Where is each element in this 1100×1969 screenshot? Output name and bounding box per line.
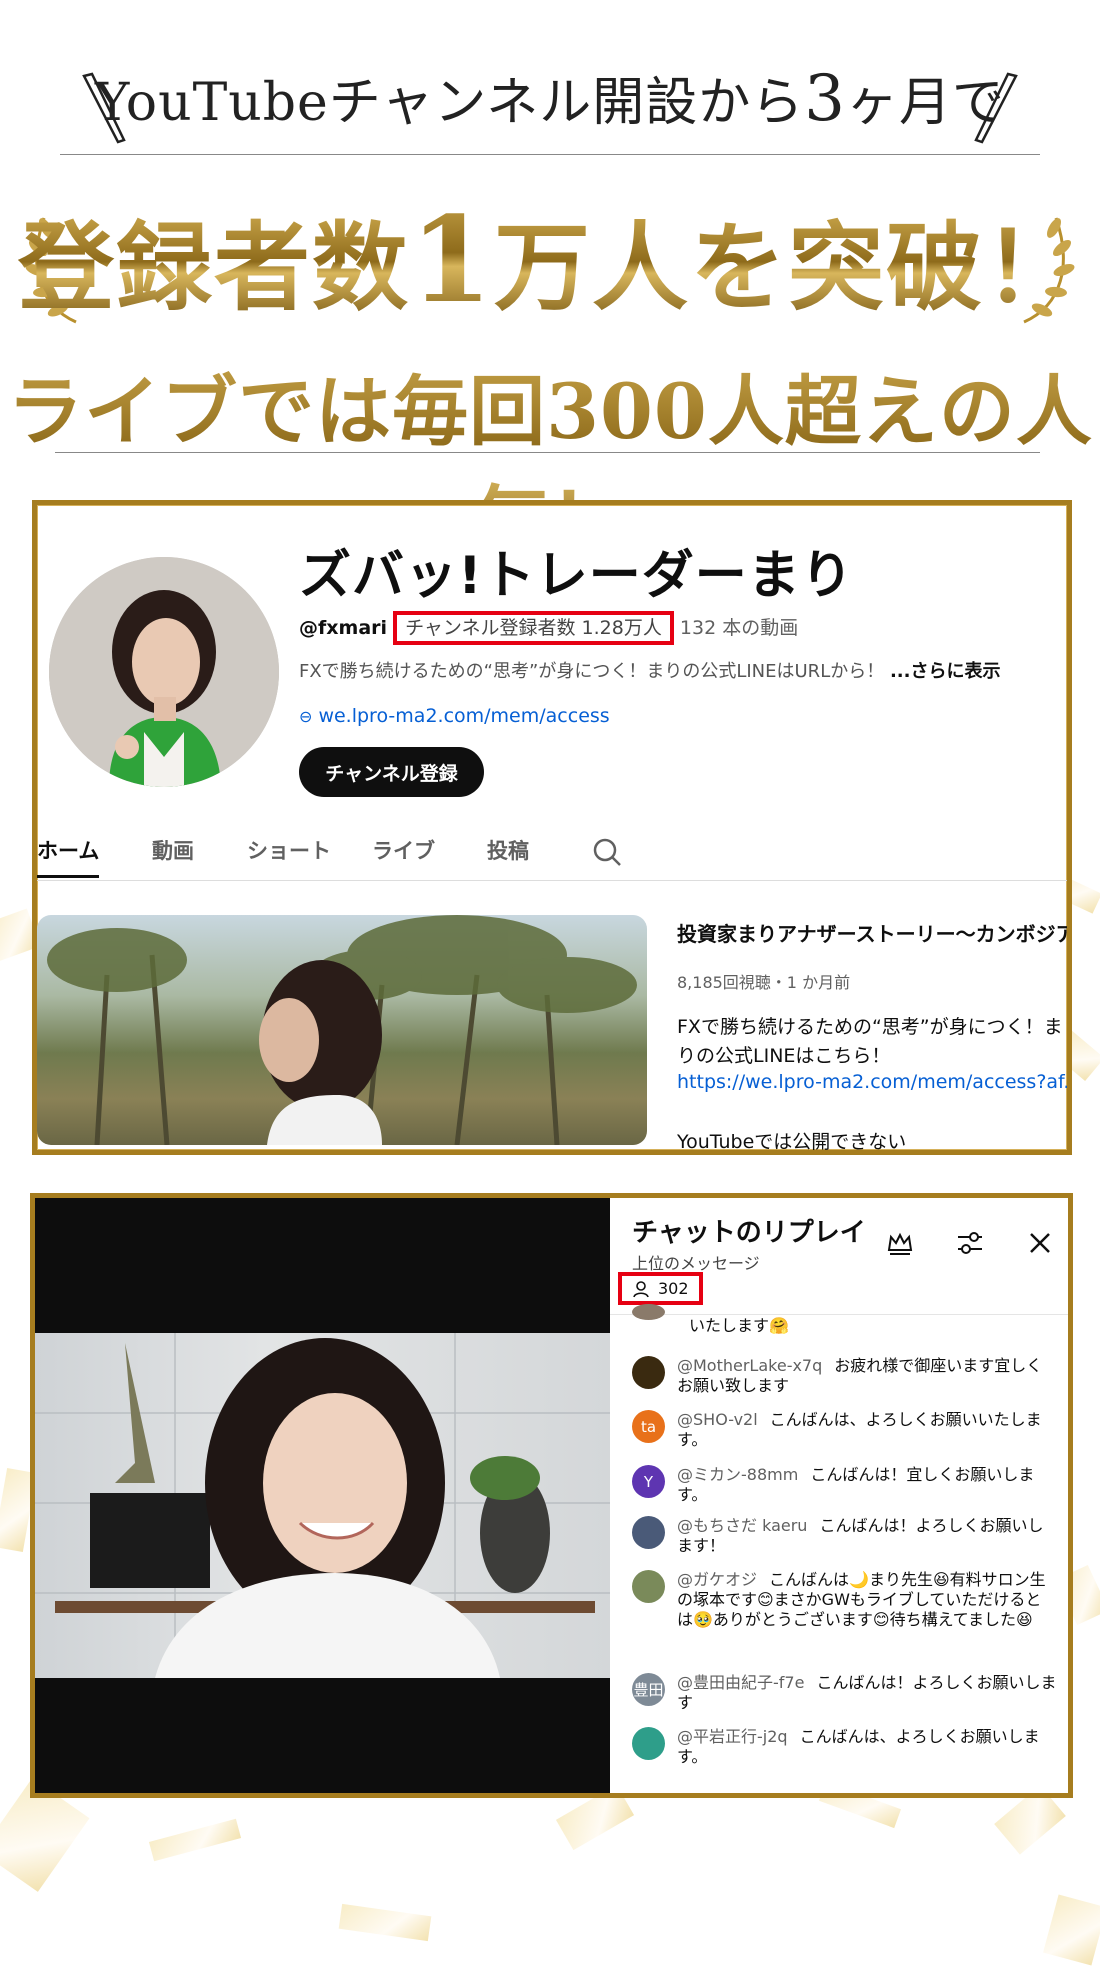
chat-author[interactable]: @SHO-v2l: [677, 1410, 758, 1429]
chat-replay-panel: チャットのリプレイ 上位のメッセージ 302 いたします🤗 @MotherLake…: [610, 1198, 1068, 1793]
tab-posts[interactable]: 投稿: [487, 835, 529, 865]
close-icon[interactable]: [1025, 1228, 1055, 1258]
live-video-image: [35, 1333, 610, 1678]
channel-link-text: we.lpro-ma2.com/mem/access: [318, 705, 610, 727]
chat-text: いたします🤗: [689, 1316, 789, 1335]
divider: [55, 452, 1040, 453]
avatar-image: [49, 557, 279, 787]
crown-icon[interactable]: [885, 1228, 915, 1258]
chat-avatar[interactable]: 豊田: [632, 1673, 665, 1706]
confetti: [1043, 1894, 1100, 1966]
chat-message-body: @豊田由紀子-f7e こんばんは！よろしくお願いします: [677, 1673, 1057, 1713]
link-icon: ⊖: [299, 707, 313, 726]
subscribe-button[interactable]: チャンネル登録: [299, 747, 484, 797]
channel-screenshot: ズバッ!トレーダーまり @fxmari チャンネル登録者数 1.28万人 132…: [32, 500, 1072, 1155]
featured-video-description: FXで勝ち続けるための“思考”が身につく！まりの公式LINEはこちら！: [677, 1016, 1063, 1067]
chat-avatar[interactable]: [632, 1570, 665, 1603]
featured-video-url[interactable]: https://we.lpro-ma2.com/mem/access?af...: [677, 1071, 1067, 1093]
avatar[interactable]: [49, 557, 279, 787]
description-text: FXで勝ち続けるための“思考”が身につく！まりの公式LINEはURLから！: [299, 661, 885, 682]
chat-message-body: いたします🤗: [677, 1316, 1057, 1336]
chat-avatar[interactable]: Y: [632, 1465, 665, 1498]
chat-message-body: @ガケオジ こんばんは🌙まり先生😆有料サロン生の塚本です😊まさかGWもライブしてい…: [677, 1570, 1057, 1630]
channel-handle: @fxmari: [299, 617, 388, 639]
chat-message: @平岩正行-j2q こんばんは、よろしくお願いします。: [632, 1727, 1057, 1767]
chat-filter-label[interactable]: 上位のメッセージ: [632, 1250, 760, 1274]
video-count: 132 本の動画: [679, 617, 799, 639]
chat-title: チャットのリプレイ: [632, 1218, 866, 1248]
chat-author[interactable]: @MotherLake-x7q: [677, 1356, 822, 1375]
featured-video-meta: 8,185回視聴・1 か月前: [677, 973, 851, 992]
tab-home[interactable]: ホーム: [37, 835, 100, 878]
chat-message-body: @SHO-v2l こんばんは、よろしくお願いいたします。: [677, 1410, 1057, 1450]
chat-message: @ガケオジ こんばんは🌙まり先生😆有料サロン生の塚本です😊まさかGWもライブしてい…: [632, 1570, 1057, 1630]
channel-tabs: ホーム 動画 ショート ライブ 投稿: [37, 835, 1067, 881]
chat-author[interactable]: @平岩正行-j2q: [677, 1727, 788, 1746]
search-icon[interactable]: [592, 837, 622, 867]
chat-author[interactable]: @豊田由紀子-f7e: [677, 1673, 804, 1692]
video-frame: [47, 915, 637, 1145]
chat-avatar[interactable]: [632, 1304, 665, 1320]
chat-avatar[interactable]: ta: [632, 1410, 665, 1443]
viewer-count-value: 302: [658, 1279, 689, 1298]
headline-text: ヶ月で: [845, 73, 1005, 133]
channel-link[interactable]: ⊖ we.lpro-ma2.com/mem/access: [299, 705, 610, 727]
chat-author[interactable]: @もちさだ kaeru: [677, 1516, 807, 1535]
headline-channel-opened: YouTubeチャンネル開設から3ヶ月で: [0, 60, 1100, 136]
live-screenshot: チャットのリプレイ 上位のメッセージ 302 いたします🤗 @MotherLake…: [30, 1193, 1073, 1798]
chat-avatar[interactable]: [632, 1356, 665, 1389]
tab-shorts[interactable]: ショート: [247, 835, 331, 865]
live-video-frame: [35, 1333, 610, 1678]
headline-subscribers: 登録者数1万人を突破！: [0, 190, 1100, 329]
headline-text: 登録者数: [17, 211, 410, 324]
tab-videos[interactable]: 動画: [152, 835, 194, 865]
chat-avatar[interactable]: [632, 1727, 665, 1760]
live-video-player[interactable]: [35, 1198, 610, 1793]
chat-message-body: @MotherLake-x7q お疲れ様で御座います宜しくお願い致します: [677, 1356, 1057, 1396]
featured-video-thumbnail[interactable]: [37, 915, 647, 1145]
subscriber-count: チャンネル登録者数 1.28万人: [393, 611, 674, 645]
channel-name: ズバッ!トレーダーまり: [299, 546, 854, 606]
confetti: [148, 1818, 242, 1862]
confetti: [338, 1903, 432, 1942]
chat-message: @MotherLake-x7q お疲れ様で御座います宜しくお願い致します: [632, 1356, 1057, 1396]
headline-text: YouTubeチャンネル開設から: [94, 73, 805, 133]
person-icon: [633, 1280, 649, 1297]
settings-sliders-icon[interactable]: [955, 1228, 985, 1258]
channel-description[interactable]: FXで勝ち続けるための“思考”が身につく！まりの公式LINEはURLから！ ..…: [299, 657, 1000, 683]
channel-meta: @fxmari チャンネル登録者数 1.28万人 132 本の動画: [299, 611, 799, 645]
headline-number: 1: [409, 190, 495, 329]
chat-message: ta @SHO-v2l こんばんは、よろしくお願いいたします。: [632, 1410, 1057, 1450]
chat-author[interactable]: @ミカン-88mm: [677, 1465, 798, 1484]
featured-video-extra: YouTubeでは公開できない: [677, 1131, 907, 1153]
divider: [60, 154, 1040, 155]
viewer-count: 302: [618, 1272, 703, 1305]
chat-message: @もちさだ kaeru こんばんは！よろしくお願いします！: [632, 1516, 1057, 1556]
chat-message: Y @ミカン-88mm こんばんは！宜しくお願いします。: [632, 1465, 1057, 1505]
chat-message-body: @平岩正行-j2q こんばんは、よろしくお願いします。: [677, 1727, 1057, 1767]
show-more-link[interactable]: ...さらに表示: [890, 661, 1001, 682]
headline-number: 3: [804, 62, 846, 136]
chat-message-body: @もちさだ kaeru こんばんは！よろしくお願いします！: [677, 1516, 1057, 1556]
divider: [610, 1314, 1068, 1315]
chat-message: 豊田 @豊田由紀子-f7e こんばんは！よろしくお願いします: [632, 1673, 1057, 1713]
featured-video-title[interactable]: 投資家まりアナザーストーリー〜カンボジア: [677, 918, 1067, 947]
headline-text: 万人を突破！: [494, 211, 1083, 324]
chat-message: いたします🤗: [632, 1304, 1057, 1336]
tab-live[interactable]: ライブ: [372, 835, 435, 865]
chat-author[interactable]: @ガケオジ: [677, 1570, 757, 1589]
chat-message-body: @ミカン-88mm こんばんは！宜しくお願いします。: [677, 1465, 1057, 1505]
chat-avatar[interactable]: [632, 1516, 665, 1549]
